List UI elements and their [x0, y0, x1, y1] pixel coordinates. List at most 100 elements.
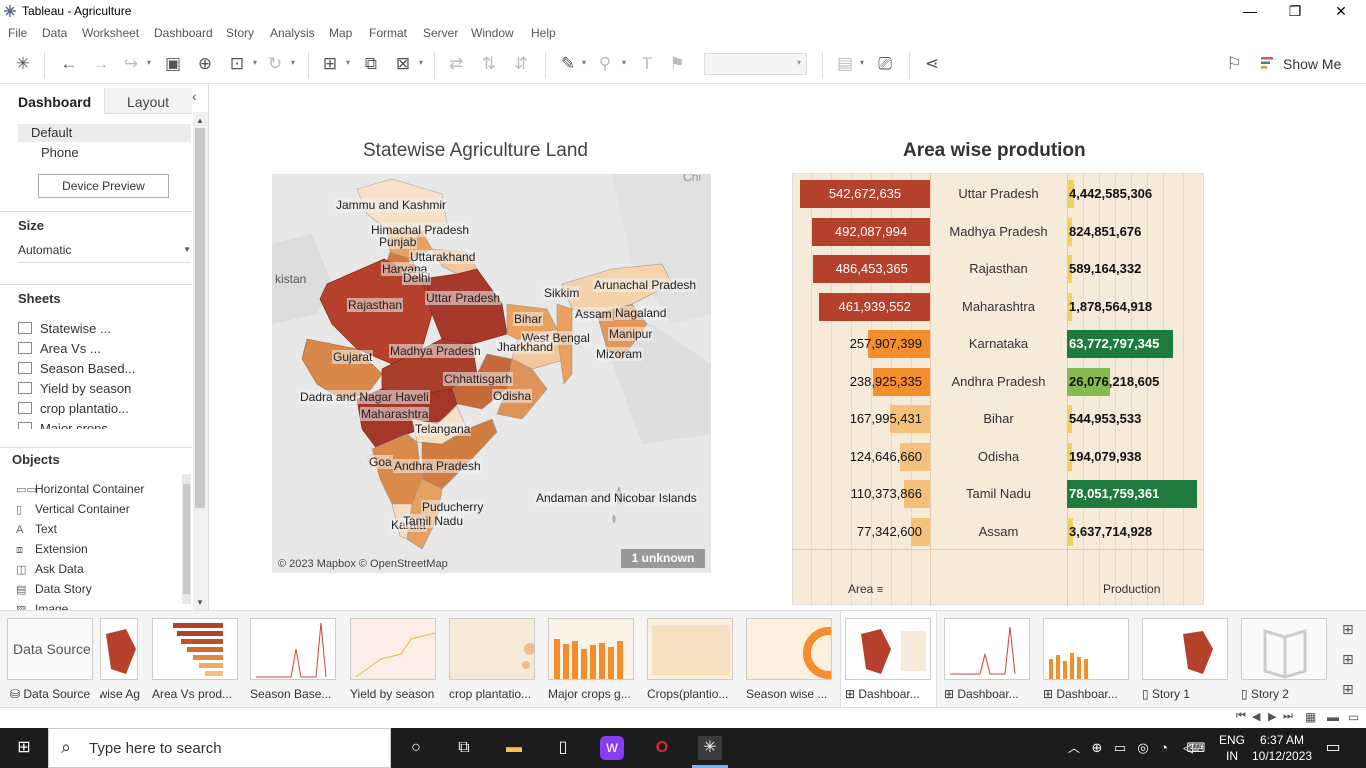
new-worksheet-icon[interactable]: ⊞	[318, 52, 342, 76]
menu-dashboard[interactable]: Dashboard	[154, 26, 213, 40]
sort-icon[interactable]: ≡	[877, 584, 883, 596]
state-name-label[interactable]: Tamil Nadu	[930, 480, 1067, 508]
undo-icon[interactable]: ←	[57, 52, 81, 76]
tab-statewise[interactable]: Statewise Ag...	[100, 687, 140, 701]
menu-worksheet[interactable]: Worksheet	[82, 26, 139, 40]
format-painter-icon[interactable]: ⚐	[1222, 52, 1246, 76]
group-dropdown-icon[interactable]: ▾	[622, 58, 626, 67]
sheet-item[interactable]: Major crops ...	[18, 421, 122, 429]
network-globe-icon[interactable]: ⊕	[1085, 736, 1109, 760]
pane-scrollbar[interactable]: ▲ ▼	[193, 112, 208, 610]
show-labels-icon[interactable]: T	[635, 52, 659, 76]
tab-thumb[interactable]	[152, 618, 238, 680]
tab-story-2[interactable]: ▯ Story 2	[1241, 687, 1327, 701]
tab-thumb[interactable]	[845, 618, 931, 680]
swap-icon[interactable]: ⇄	[444, 52, 468, 76]
tab-thumb[interactable]	[944, 618, 1030, 680]
state-name-label[interactable]: Assam	[930, 518, 1067, 546]
menu-file[interactable]: File	[8, 26, 27, 40]
tab-crops-plantio[interactable]: Crops(plantio...	[647, 687, 735, 701]
menu-data[interactable]: Data	[42, 26, 67, 40]
tab-season-based[interactable]: Season Base...	[250, 687, 338, 701]
sort-ascending-icon[interactable]: ⇅	[477, 52, 501, 76]
filmstrip-view-icon[interactable]: ▬	[1327, 710, 1339, 724]
sheet-item[interactable]: Season Based...	[18, 361, 135, 376]
menu-help[interactable]: Help	[531, 26, 556, 40]
first-page-icon[interactable]: ⏮	[1236, 710, 1246, 723]
tab-dashboard[interactable]: ⊞ Dashboar...	[1043, 687, 1129, 701]
tableau-home-icon[interactable]: ✳	[11, 52, 35, 76]
sheet-item[interactable]: Area Vs ...	[18, 341, 101, 356]
state-name-label[interactable]: Rajasthan	[930, 255, 1067, 283]
tab-thumb[interactable]	[746, 618, 832, 680]
object-text[interactable]: A Text	[16, 522, 57, 536]
state-name-label[interactable]: Odisha	[930, 443, 1067, 471]
new-story-tab-icon[interactable]: ⊞	[1342, 681, 1354, 698]
wifi-icon[interactable]: ◔	[1152, 736, 1176, 760]
language-indicator[interactable]: ENG IN	[1219, 732, 1245, 764]
tab-thumb[interactable]	[449, 618, 535, 680]
new-data-source-icon[interactable]: ⊕	[193, 52, 217, 76]
windows-start-icon[interactable]: ⊞	[12, 736, 36, 760]
highlight-icon[interactable]: ✎	[556, 52, 580, 76]
tab-yield-by-season[interactable]: Yield by season	[350, 687, 438, 701]
state-name-label[interactable]: Maharashtra	[930, 293, 1067, 321]
device-preview-button[interactable]: Device Preview	[38, 174, 169, 198]
show-me-icon[interactable]	[1261, 56, 1275, 70]
tab-layout[interactable]: Layout	[104, 88, 192, 114]
show-me-button[interactable]: Show Me	[1283, 56, 1341, 72]
notifications-icon[interactable]: ▭	[1321, 736, 1345, 760]
clear-sheet-icon[interactable]: ⊠	[391, 52, 415, 76]
new-worksheet-tab-icon[interactable]: ⊞	[1342, 621, 1354, 638]
sheet-item[interactable]: Yield by season	[18, 381, 131, 396]
tab-thumb-data-source[interactable]: Data Source	[7, 618, 93, 680]
tabs-view-icon[interactable]: ▭	[1348, 710, 1359, 724]
new-worksheet-dropdown-icon[interactable]: ▾	[346, 58, 350, 67]
state-name-label[interactable]: Bihar	[930, 405, 1067, 433]
refresh-dropdown-icon[interactable]: ▾	[291, 58, 295, 67]
restore-icon[interactable]: ❐	[1272, 0, 1318, 24]
menu-story[interactable]: Story	[226, 26, 254, 40]
state-name-label[interactable]: Karnataka	[930, 330, 1067, 358]
state-name-label[interactable]: Madhya Pradesh	[930, 218, 1067, 246]
tab-story-1[interactable]: ▯ Story 1	[1142, 687, 1228, 701]
notepad-icon[interactable]: ▯	[551, 736, 575, 760]
state-name-label[interactable]: Uttar Pradesh	[930, 180, 1067, 208]
close-icon[interactable]: ✕	[1318, 0, 1364, 24]
minimize-icon[interactable]: —	[1227, 0, 1273, 24]
india-map[interactable]: Chi kistan Jammu and Kashmir Himachal Pr…	[272, 174, 711, 573]
unknown-badge[interactable]: 1 unknown	[621, 549, 705, 568]
file-explorer-icon[interactable]: ▬	[502, 736, 526, 760]
tab-dashboard[interactable]: ⊞ Dashboar...	[944, 687, 1030, 701]
tab-thumb[interactable]	[548, 618, 634, 680]
sort-descending-icon[interactable]: ⇵	[509, 52, 533, 76]
group-icon[interactable]: ⚲	[593, 52, 617, 76]
area-production-chart[interactable]: Area ≡ Production 542,672,635 Uttar Prade…	[792, 173, 1204, 606]
device-default[interactable]: Default	[18, 124, 191, 142]
sheet-item[interactable]: Statewise ...	[18, 321, 111, 336]
tab-area-vs-prod[interactable]: Area Vs prod...	[152, 687, 240, 701]
presentation-mode-icon[interactable]: ⎚	[873, 52, 897, 76]
state-name-label[interactable]: Andhra Pradesh	[930, 368, 1067, 396]
tab-thumb[interactable]	[647, 618, 733, 680]
grid-view-icon[interactable]: ▦	[1305, 710, 1316, 724]
prev-page-icon[interactable]: ◀	[1252, 710, 1260, 723]
object-vertical-container[interactable]: ▯ Vertical Container	[16, 502, 130, 516]
object-ask-data[interactable]: ◫ Ask Data	[16, 562, 84, 576]
refresh-icon[interactable]: ↻	[263, 52, 287, 76]
tableau-taskbar-icon[interactable]: ✳	[698, 736, 722, 760]
pause-dropdown-icon[interactable]: ▾	[253, 58, 257, 67]
redo-icon[interactable]: →	[89, 52, 113, 76]
save-icon[interactable]: ▣	[161, 52, 185, 76]
tab-thumb[interactable]	[350, 618, 436, 680]
replay-icon[interactable]: ↪	[119, 52, 143, 76]
tab-dashboard[interactable]: Dashboard	[0, 88, 104, 114]
tab-thumb[interactable]	[1241, 618, 1327, 680]
tab-data-source[interactable]: ⛁ Data Source	[10, 687, 96, 701]
tab-dashboard-active[interactable]: ⊞ Dashboar...	[845, 687, 931, 701]
menu-map[interactable]: Map	[329, 26, 352, 40]
new-dashboard-tab-icon[interactable]: ⊞	[1342, 651, 1354, 668]
tab-thumb[interactable]	[100, 618, 138, 680]
clear-dropdown-icon[interactable]: ▾	[419, 58, 423, 67]
objects-scrollbar[interactable]	[182, 474, 191, 604]
